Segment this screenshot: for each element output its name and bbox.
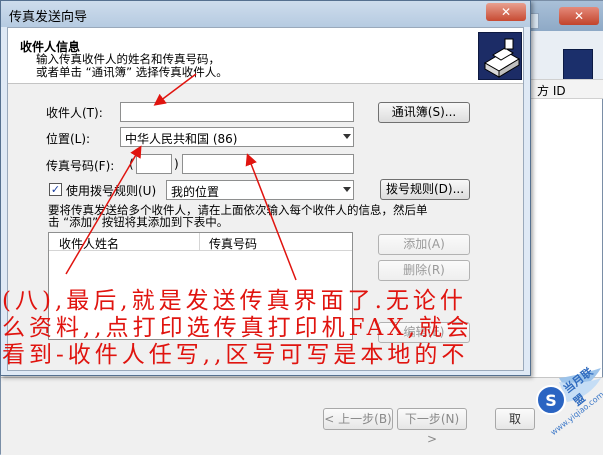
location-selected-value: 中华人民共和国 (86) [125, 132, 238, 146]
dialog-close-button[interactable]: ✕ [486, 3, 526, 21]
annotation-line-1: (八),最后,就是发送传真界面了.无论什 [2, 288, 467, 314]
dialog-title-bar[interactable]: 传真发送向导 ✕ [1, 1, 530, 27]
fax-number-label: 传真号码(F): [46, 159, 115, 173]
dialing-location-selected-value: 我的位置 [171, 185, 220, 199]
column-header-fax-number[interactable]: 传真号码 [209, 235, 257, 252]
dialing-location-select[interactable]: 我的位置 [166, 180, 354, 200]
next-button[interactable]: 下一步(N) > [397, 408, 467, 446]
fax-number-input[interactable] [182, 154, 354, 174]
use-dialing-rules-label[interactable]: 使用拨号规则(U) [66, 182, 156, 199]
column-divider[interactable] [199, 233, 200, 251]
recipient-name-input[interactable] [120, 102, 354, 122]
area-code-open-paren: ( [129, 157, 134, 171]
description-line-2: 或者单击 “通讯簿” 选择传真收件人。 [36, 65, 228, 79]
annotation-line-2: 么资料,,点打印选传真打印机FAX,就会 [2, 315, 473, 341]
address-book-button[interactable]: 通讯簿(S)... [378, 102, 470, 123]
wizard-header: 收件人信息 输入传真收件人的姓名和传真号码， 或者单击 “通讯簿” 选择传真收件… [8, 28, 523, 84]
background-close-button[interactable]: ✕ [559, 7, 599, 25]
location-label: 位置(L): [46, 132, 91, 146]
add-button[interactable]: 添加(A) [378, 234, 470, 255]
page-description: 输入传真收件人的姓名和传真号码， 或者单击 “通讯簿” 选择传真收件人。 [36, 53, 456, 79]
watermark-letter: S [545, 391, 557, 410]
dialing-rules-button[interactable]: 拨号规则(D)... [380, 179, 470, 200]
area-code-close-paren: ) [174, 157, 179, 171]
remove-button[interactable]: 删除(R) [378, 260, 470, 281]
column-header-recipient-name[interactable]: 收件人姓名 [59, 235, 119, 252]
dialog-title: 传真发送向导 [9, 10, 88, 25]
column-header-id[interactable]: 方 ID [529, 79, 603, 99]
area-code-input[interactable] [136, 154, 172, 174]
back-button[interactable]: < 上一步(B) [323, 408, 393, 430]
use-dialing-rules-checkbox[interactable]: ✓ [49, 183, 62, 196]
background-button-area: < 上一步(B) 下一步(N) > 取 [1, 377, 603, 455]
multi-recipient-instructions: 要将传真发送给多个收件人，请在上面依次输入每个收件人的信息，然后单 击 “添加”… [48, 204, 428, 228]
chevron-down-icon[interactable] [343, 187, 351, 192]
fax-machine-icon [478, 32, 522, 80]
recipient-list-header: 收件人姓名 传真号码 [49, 233, 352, 251]
annotation-line-3: 看到-收件人任写,,区号可写是本地的不 [2, 342, 469, 368]
location-select[interactable]: 中华人民共和国 (86) [120, 127, 354, 147]
chevron-down-icon[interactable] [343, 134, 351, 139]
recipient-label: 收件人(T): [46, 106, 103, 120]
instructions-line-2: 击 “添加” 按钮将其添加到下表中。 [48, 215, 229, 229]
